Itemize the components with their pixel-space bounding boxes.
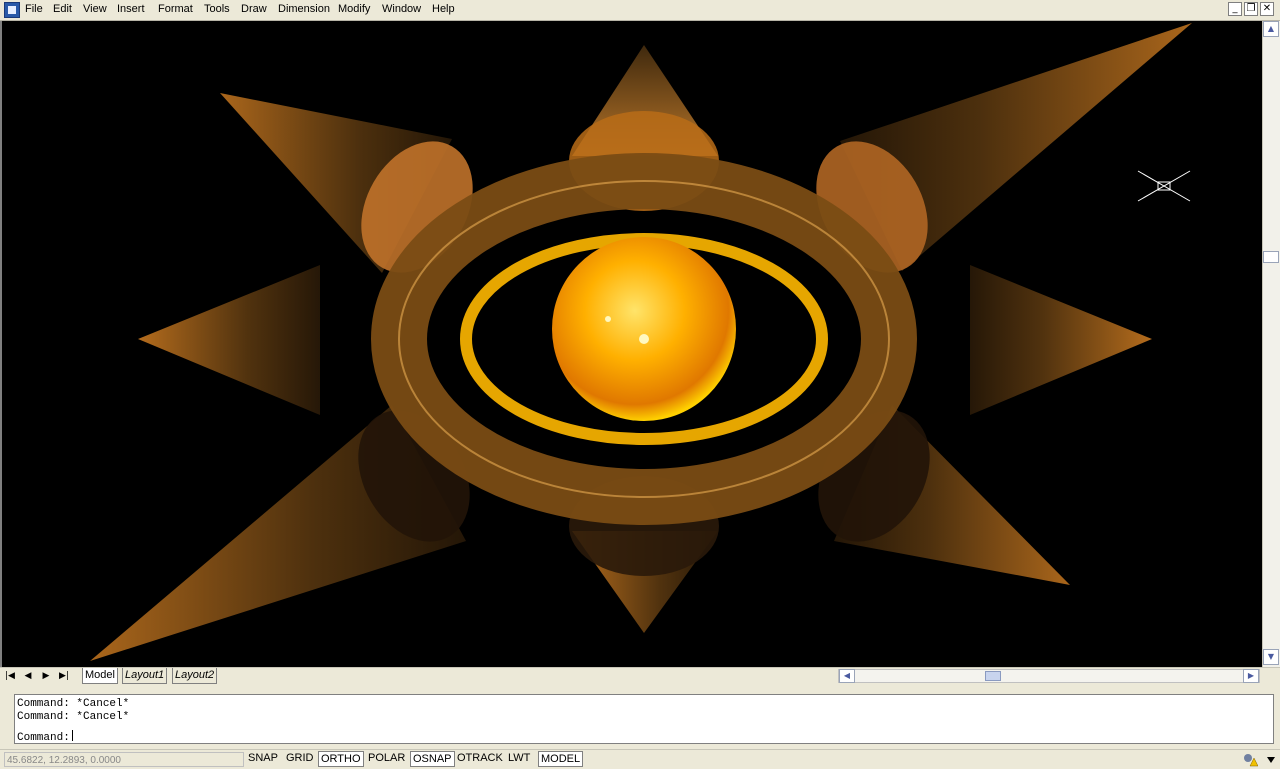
menu-edit[interactable]: Edit (50, 0, 75, 20)
grid-toggle[interactable]: GRID (284, 751, 316, 767)
menu-view[interactable]: View (80, 0, 110, 20)
snap-toggle[interactable]: SNAP (246, 751, 280, 767)
prev-tab-button[interactable]: ◀ (20, 669, 36, 683)
crosshair-icon (1137, 170, 1191, 202)
scroll-left-button[interactable]: ◀ (839, 669, 855, 683)
menu-window[interactable]: Window (379, 0, 424, 20)
model-toggle[interactable]: MODEL (538, 751, 584, 767)
rendered-3d-model (90, 23, 1192, 661)
command-window[interactable]: Command: *Cancel* Command: *Cancel* Comm… (14, 694, 1274, 744)
tab-layout2[interactable]: Layout2 (172, 668, 218, 684)
menu-modify[interactable]: Modify (335, 0, 373, 20)
minimize-button[interactable]: _ (1228, 2, 1242, 16)
scroll-right-button[interactable]: ▶ (1243, 669, 1259, 683)
osnap-toggle[interactable]: OSNAP (410, 751, 455, 767)
command-history-line: Command: *Cancel* (17, 698, 130, 710)
menu-draw[interactable]: Draw (238, 0, 270, 20)
cone-right (970, 265, 1152, 415)
menu-insert[interactable]: Insert (114, 0, 148, 20)
menu-dimension[interactable]: Dimension (275, 0, 333, 20)
menu-file[interactable]: File (22, 0, 46, 20)
tab-layout1[interactable]: Layout1 (122, 668, 168, 684)
text-caret (71, 730, 73, 741)
layout-tab-bar: |◀ ◀ ▶ ▶| Model Layout1 Layout2 ◀ ▶ (0, 667, 1280, 684)
horizontal-scroll-thumb[interactable] (985, 671, 1001, 681)
coordinate-readout: 45.6822, 12.2893, 0.0000 (4, 752, 244, 767)
command-prompt: Command: (17, 732, 70, 744)
restore-button[interactable]: ❐ (1244, 2, 1258, 16)
ortho-toggle[interactable]: ORTHO (318, 751, 364, 767)
polar-toggle[interactable]: POLAR (366, 751, 407, 767)
lwt-toggle[interactable]: LWT (506, 751, 532, 767)
scroll-up-button[interactable]: ▲ (1263, 21, 1279, 37)
scroll-down-button[interactable]: ▼ (1263, 649, 1279, 665)
autocad-icon[interactable] (4, 2, 20, 18)
otrack-toggle[interactable]: OTRACK (455, 751, 505, 767)
menu-format[interactable]: Format (155, 0, 196, 20)
drawing-viewport[interactable] (0, 21, 1262, 667)
horizontal-scrollbar[interactable]: ◀ ▶ (838, 669, 1260, 683)
vertical-scrollbar[interactable]: ▲ ▼ (1262, 21, 1280, 667)
menu-bar: File Edit View Insert Format Tools Draw … (0, 0, 1280, 21)
menu-help[interactable]: Help (429, 0, 458, 20)
first-tab-button[interactable]: |◀ (2, 669, 18, 683)
glowing-sphere (552, 237, 736, 421)
command-history-line: Command: *Cancel* (17, 711, 130, 723)
status-bar: 45.6822, 12.2893, 0.0000 SNAP GRID ORTHO… (0, 749, 1280, 769)
vertical-scroll-thumb[interactable] (1263, 251, 1279, 263)
next-tab-button[interactable]: ▶ (38, 669, 54, 683)
cone-left (138, 265, 320, 415)
menu-tools[interactable]: Tools (201, 0, 233, 20)
command-prompt-line[interactable]: Command: (17, 730, 73, 744)
tray-settings-icon[interactable] (1242, 752, 1258, 767)
status-menu-arrow-icon[interactable] (1266, 756, 1276, 764)
last-tab-button[interactable]: ▶| (56, 669, 72, 683)
tab-model[interactable]: Model (82, 668, 118, 684)
close-button[interactable]: ✕ (1260, 2, 1274, 16)
